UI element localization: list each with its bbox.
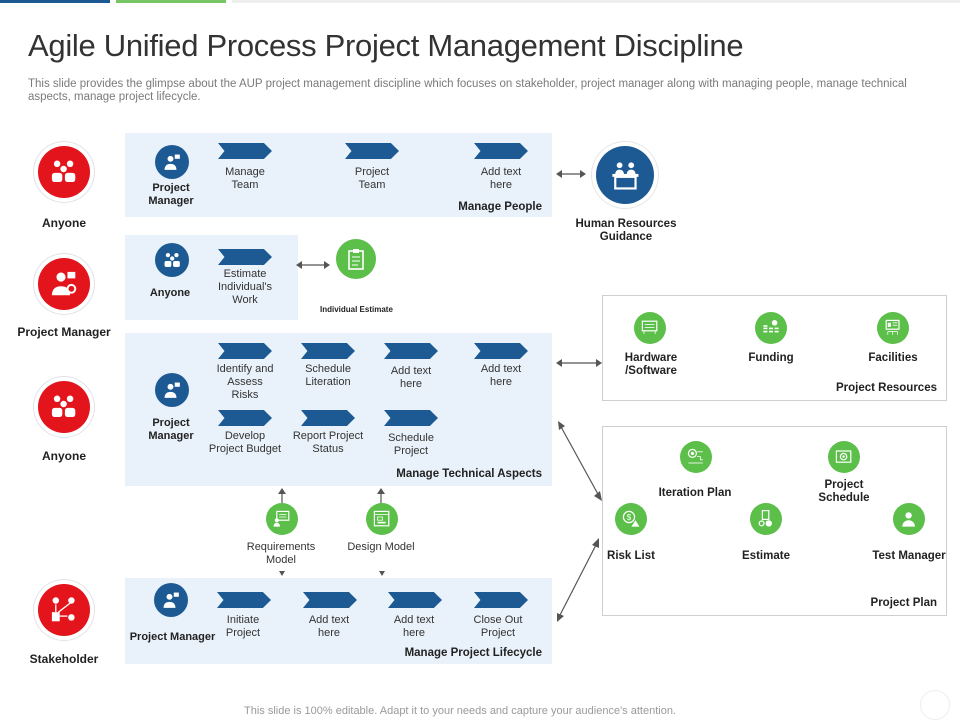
left-role-stakeholder [38, 584, 90, 636]
step-chevron [345, 143, 399, 159]
plan-item-label: Estimate [742, 550, 790, 562]
step-chevron [303, 592, 357, 608]
panel-title: Manage Technical Aspects [396, 468, 542, 480]
panel-title: Manage Project Lifecycle [404, 647, 542, 659]
risk-list-icon: $ [615, 503, 647, 535]
left-role-label: Anyone [41, 216, 86, 230]
panel-title: Manage People [458, 201, 542, 213]
estimate-icon [750, 503, 782, 535]
manage-people-panel: Project Manager Manage Team Project Team… [125, 133, 552, 217]
left-role-label: Stakeholder [29, 652, 99, 666]
design-model-icon [366, 503, 398, 535]
project-plan-box: Iteration Plan Project Schedule $ Risk L… [602, 426, 947, 616]
resource-label: Hardware /Software [624, 352, 678, 377]
step-label: Close Out Project [473, 614, 523, 639]
team-icon [38, 146, 90, 198]
project-manager-icon [154, 583, 188, 617]
iteration-plan-icon [680, 441, 712, 473]
hr-guidance-label: Human Resources Guidance [575, 218, 677, 243]
plan-item-label: Iteration Plan [658, 487, 732, 499]
clipboard-estimate-icon [336, 239, 376, 279]
model-label: Design Model [347, 541, 415, 553]
step-chevron [301, 343, 355, 359]
plan-item-label: Test Manager [872, 550, 946, 562]
top-bar-green [116, 0, 226, 3]
left-role-anyone-1 [38, 146, 90, 198]
page-title: Agile Unified Process Project Management… [28, 28, 744, 63]
estimate-panel: Anyone Estimate Individual's Work [125, 235, 298, 320]
step-chevron [218, 410, 272, 426]
funding-icon [755, 312, 787, 344]
individual-estimate-label: Individual Estimate [320, 305, 393, 314]
step-label: Add text here [480, 363, 522, 388]
diagonal-double-arrow [558, 421, 602, 501]
step-chevron [474, 143, 528, 159]
top-bar-grey [232, 0, 960, 3]
step-label: Project Team [354, 166, 390, 191]
step-label: Initiate Project [225, 614, 261, 639]
top-bar-blue [0, 0, 110, 3]
meeting-podium-icon [596, 146, 654, 204]
step-chevron [388, 592, 442, 608]
step-chevron [384, 410, 438, 426]
left-role-label: Anyone [41, 449, 86, 463]
hardware-software-icon [634, 312, 666, 344]
team-icon [155, 243, 189, 277]
up-arrow [278, 488, 286, 504]
double-arrow [556, 359, 602, 367]
left-role-project-manager [38, 258, 90, 310]
step-chevron [474, 343, 528, 359]
step-chevron [474, 592, 528, 608]
resource-label: Funding [748, 352, 794, 364]
team-icon [38, 381, 90, 433]
project-resources-box: Hardware /Software Funding Facilities Pr… [602, 295, 947, 401]
manager-icon [38, 258, 90, 310]
stakeholder-network-icon [38, 584, 90, 636]
step-label: Add text here [390, 365, 432, 390]
diagonal-double-arrow [557, 538, 599, 622]
step-chevron [218, 249, 272, 265]
project-manager-icon [155, 145, 189, 179]
step-label: Manage Team [225, 166, 265, 191]
step-chevron [218, 343, 272, 359]
corner-circle-icon [920, 690, 950, 720]
up-arrow [377, 488, 385, 504]
left-role-label: Project Manager [17, 325, 111, 339]
down-triangle-icon [379, 571, 385, 576]
step-chevron [384, 343, 438, 359]
manage-technical-panel: Project Manager Identify and Assess Risk… [125, 333, 552, 486]
test-manager-icon [893, 503, 925, 535]
step-chevron [301, 410, 355, 426]
plan-item-label: Project Schedule [818, 479, 870, 504]
svg-text:$: $ [627, 514, 632, 523]
panel-title: Project Resources [836, 382, 937, 394]
step-chevron [217, 592, 271, 608]
project-schedule-icon [828, 441, 860, 473]
step-chevron [218, 143, 272, 159]
step-label: Schedule Project [388, 432, 434, 457]
footer-note: This slide is 100% editable. Adapt it to… [244, 705, 676, 717]
panel-role: Anyone [149, 287, 191, 299]
resource-label: Facilities [868, 352, 918, 364]
facilities-icon [877, 312, 909, 344]
page-subtitle: This slide provides the glimpse about th… [28, 78, 907, 103]
requirements-model-icon [266, 503, 298, 535]
project-manager-icon [155, 373, 189, 407]
manage-lifecycle-panel: Project Manager Initiate Project Add tex… [125, 578, 552, 664]
double-arrow [556, 170, 586, 178]
double-arrow [296, 261, 330, 269]
step-label: Add text here [480, 166, 522, 191]
left-role-anyone-2 [38, 381, 90, 433]
down-triangle-icon [279, 571, 285, 576]
panel-title: Project Plan [870, 597, 937, 609]
model-label: Requirements Model [246, 541, 316, 566]
plan-item-label: Risk List [607, 550, 655, 562]
hr-guidance [596, 146, 654, 204]
step-label: Estimate Individual's Work [217, 268, 273, 306]
